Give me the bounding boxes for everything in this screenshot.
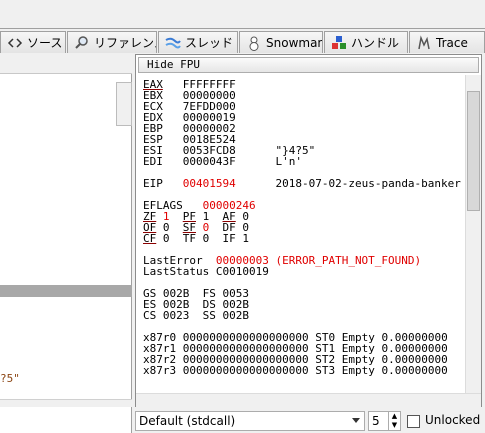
tab-label: Snowman xyxy=(266,35,323,50)
register-line[interactable]: x87r3 0000000000000000000 ST3 Empty 0.00… xyxy=(143,365,461,376)
left-scrollbar-thumb[interactable] xyxy=(116,82,132,126)
top-toolbar-area xyxy=(0,0,485,29)
arg-count-value: 5 xyxy=(372,414,380,428)
tab-label: ソース xyxy=(27,36,63,50)
tab-label: Trace xyxy=(436,35,468,50)
calling-convention-value: Default (stdcall) xyxy=(139,414,236,428)
register-line[interactable]: CS 0023 SS 002B xyxy=(143,310,461,321)
tab-references[interactable]: リファレンス xyxy=(67,31,157,53)
disassembly-pane[interactable]: ?5" xyxy=(0,54,132,433)
unlocked-label: Unlocked xyxy=(425,413,481,427)
tab-trace[interactable]: Trace xyxy=(409,31,485,53)
trace-icon xyxy=(418,34,430,49)
tab-source[interactable]: ソース xyxy=(0,31,66,53)
registers-panel[interactable]: Hide FPU EAX FFFFFFFF EBX 00000000 ECX 7EF… xyxy=(135,54,482,407)
tab-handles[interactable]: ハンドル xyxy=(324,31,408,53)
tab-threads[interactable]: スレッド xyxy=(158,31,238,53)
left-horizontal-scrollbar[interactable] xyxy=(0,399,132,407)
scrollbar-thumb[interactable] xyxy=(467,91,480,211)
registers-view: EAX FFFFFFFF EBX 00000000 ECX 7EFDD000 EDX … xyxy=(143,79,461,376)
snowman-icon xyxy=(249,36,259,51)
threads-icon xyxy=(165,37,181,48)
registers-vertical-scrollbar[interactable] xyxy=(465,75,481,406)
register-line[interactable]: EIP 00401594 2018-07-02-zeus-panda-banke… xyxy=(143,178,461,189)
tab-bar: ソース リファレンス スレッド Snowman ハンドル Trace xyxy=(0,31,485,54)
selected-row-highlight xyxy=(0,285,132,297)
register-line[interactable]: EDI 0000043F L'n' xyxy=(143,156,461,167)
hide-fpu-button[interactable]: Hide FPU xyxy=(138,57,479,73)
tab-label: スレッド xyxy=(185,36,234,50)
search-icon xyxy=(75,35,88,49)
register-line[interactable]: LastStatus C0010019 xyxy=(143,266,461,277)
disassembly-comment: ?5" xyxy=(0,372,20,385)
tab-snowman[interactable]: Snowman xyxy=(239,31,323,53)
spinner-arrows-icon[interactable]: ▲ ▼ xyxy=(388,412,400,430)
stack-args-bar: Default (stdcall) 5 ▲ ▼ Unlocked xyxy=(135,409,485,433)
registers-horizontal-scrollbar[interactable] xyxy=(136,393,481,407)
chevron-down-icon[interactable] xyxy=(352,418,360,423)
tab-label: リファレンス xyxy=(94,36,156,50)
unlocked-checkbox[interactable] xyxy=(407,415,420,428)
register-line[interactable]: CF 0 TF 0 IF 1 xyxy=(143,233,461,244)
calling-convention-select[interactable]: Default (stdcall) xyxy=(135,411,365,431)
handles-icon xyxy=(332,35,346,49)
left-pane-header xyxy=(0,54,132,74)
arg-count-spinner[interactable]: 5 ▲ ▼ xyxy=(368,411,401,431)
tab-label: ハンドル xyxy=(351,36,400,50)
source-icon xyxy=(7,37,23,48)
